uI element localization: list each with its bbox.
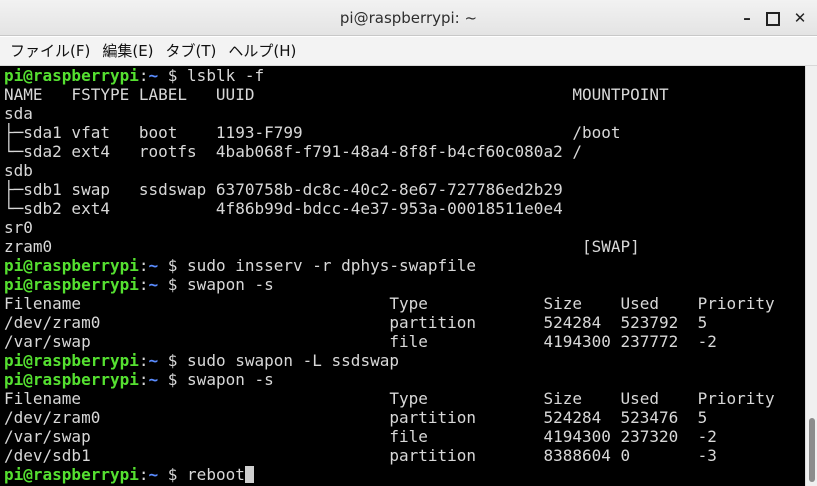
prompt-path: ~: [148, 351, 159, 370]
output-line: zram0 [SWAP]: [4, 237, 640, 256]
prompt-symbol: $: [158, 256, 188, 275]
output-line: /dev/zram0 partition 524284 523792 5: [4, 313, 708, 332]
prompt-user-host: pi@raspberrypi: [4, 275, 139, 294]
prompt-separator: :: [138, 275, 149, 294]
prompt-symbol: $: [158, 275, 188, 294]
output-line: └─sdb2 ext4 4f86b99d-bdcc-4e37-953a-0001…: [4, 199, 563, 218]
prompt-symbol: $: [158, 351, 188, 370]
output-line: /var/swap file 4194300 237320 -2: [4, 427, 717, 446]
prompt-line: pi@raspberrypi:~ $ sudo insserv -r dphys…: [4, 256, 775, 275]
menu-bar: ファイル(F) 編集(E) タブ(T) ヘルプ(H): [0, 37, 817, 66]
command-text: sudo swapon -L ssdswap: [187, 351, 399, 370]
prompt-line: pi@raspberrypi:~ $ swapon -s: [4, 370, 775, 389]
prompt-separator: :: [138, 370, 149, 389]
prompt-line: pi@raspberrypi:~ $ reboot: [4, 465, 775, 484]
vertical-scrollbar[interactable]: [805, 66, 817, 486]
menu-tab[interactable]: タブ(T): [160, 39, 223, 63]
close-button[interactable]: ✕: [792, 10, 808, 26]
prompt-line: pi@raspberrypi:~ $ sudo swapon -L ssdswa…: [4, 351, 775, 370]
prompt-path: ~: [148, 465, 159, 484]
command-text: swapon -s: [187, 275, 274, 294]
prompt-path: ~: [148, 275, 159, 294]
text-cursor: [244, 466, 254, 483]
output-line: sr0: [4, 218, 33, 237]
terminal-output: pi@raspberrypi:~ $ lsblk -f NAME FSTYPE L…: [4, 66, 775, 484]
output-line: ├─sda1 vfat boot 1193-F799 /boot: [4, 123, 621, 142]
menu-help[interactable]: ヘルプ(H): [222, 39, 302, 63]
output-line: /var/swap file 4194300 237772 -2: [4, 332, 717, 351]
window-titlebar[interactable]: pi@raspberrypi: ~ – ✕: [0, 0, 817, 36]
menu-file[interactable]: ファイル(F): [4, 39, 96, 63]
menu-edit[interactable]: 編集(E): [96, 39, 159, 63]
output-line: └─sda2 ext4 rootfs 4bab068f-f791-48a4-8f…: [4, 142, 582, 161]
prompt-symbol: $: [158, 465, 188, 484]
window-title: pi@raspberrypi: ~: [339, 9, 478, 27]
minimize-button[interactable]: –: [739, 10, 755, 26]
output-line: NAME FSTYPE LABEL UUID MOUNTPOINT: [4, 85, 669, 104]
prompt-user-host: pi@raspberrypi: [4, 465, 139, 484]
prompt-separator: :: [138, 351, 149, 370]
command-text: reboot: [187, 465, 245, 484]
prompt-separator: :: [138, 66, 149, 85]
output-line: ├─sdb1 swap ssdswap 6370758b-dc8c-40c2-8…: [4, 180, 563, 199]
scrollbar-thumb[interactable]: [809, 418, 815, 482]
terminal-area[interactable]: pi@raspberrypi:~ $ lsblk -f NAME FSTYPE L…: [0, 66, 805, 486]
prompt-path: ~: [148, 256, 159, 275]
prompt-line: pi@raspberrypi:~ $ swapon -s: [4, 275, 775, 294]
output-line: sda: [4, 104, 33, 123]
prompt-symbol: $: [158, 66, 188, 85]
prompt-separator: :: [138, 465, 149, 484]
output-line: sdb: [4, 161, 33, 180]
prompt-user-host: pi@raspberrypi: [4, 351, 139, 370]
command-text: swapon -s: [187, 370, 274, 389]
prompt-path: ~: [148, 66, 159, 85]
output-line: Filename Type Size Used Priority: [4, 389, 775, 408]
prompt-path: ~: [148, 370, 159, 389]
command-text: lsblk -f: [187, 66, 265, 85]
prompt-separator: :: [138, 256, 149, 275]
prompt-line: pi@raspberrypi:~ $ lsblk -f: [4, 66, 775, 85]
prompt-user-host: pi@raspberrypi: [4, 256, 139, 275]
maximize-button[interactable]: [764, 10, 780, 26]
output-line: /dev/zram0 partition 524284 523476 5: [4, 408, 708, 427]
prompt-symbol: $: [158, 370, 188, 389]
command-text: sudo insserv -r dphys-swapfile: [187, 256, 477, 275]
prompt-user-host: pi@raspberrypi: [4, 370, 139, 389]
prompt-user-host: pi@raspberrypi: [4, 66, 139, 85]
output-line: Filename Type Size Used Priority: [4, 294, 775, 313]
output-line: /dev/sdb1 partition 8388604 0 -3: [4, 446, 717, 465]
